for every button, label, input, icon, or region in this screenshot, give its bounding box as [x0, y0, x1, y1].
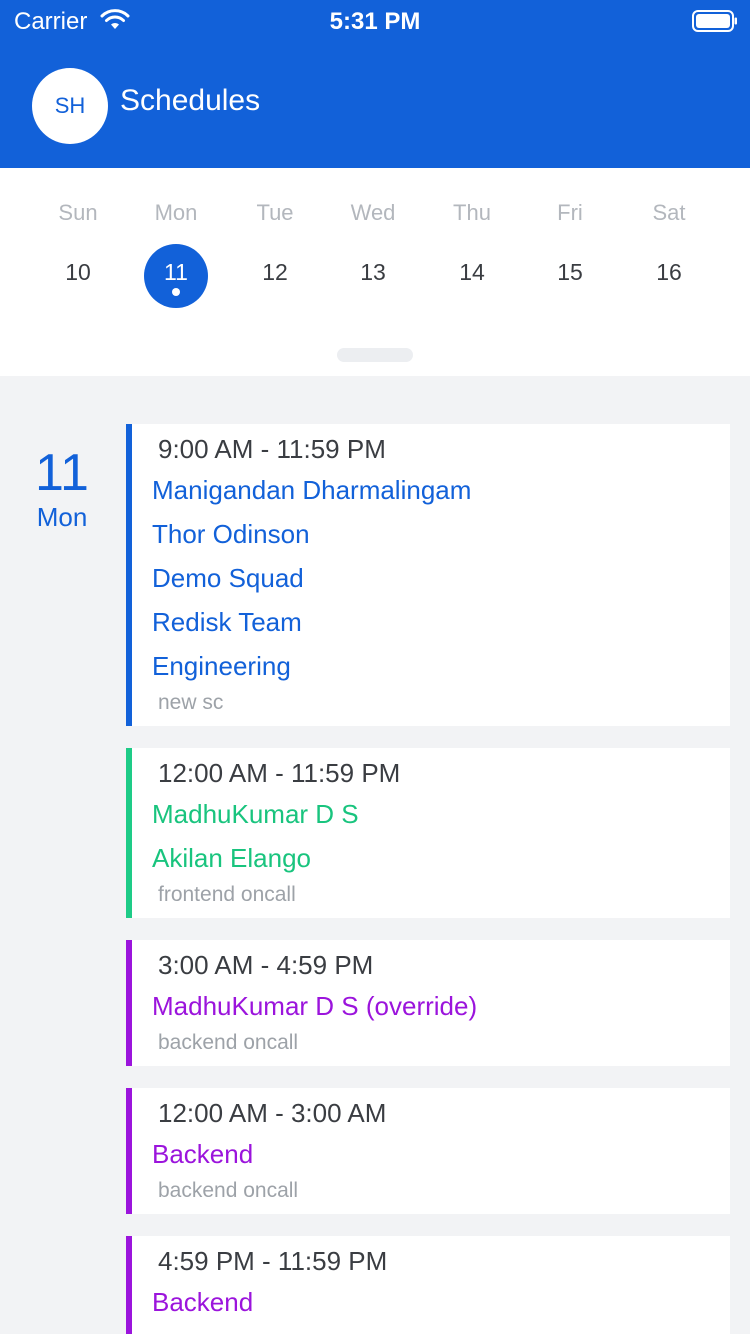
schedule-name: new sc — [158, 691, 224, 714]
day-name: Mon — [154, 200, 198, 225]
day-number-text: 16 — [656, 259, 682, 285]
day-number[interactable]: 15 — [538, 244, 602, 308]
day-number[interactable]: 10 — [46, 244, 110, 308]
battery-icon — [692, 10, 737, 32]
day-number-text: 12 — [262, 259, 288, 285]
shift-time: 9:00 AM - 11:59 PM — [158, 434, 386, 464]
status-time: 5:31 PM — [329, 8, 421, 35]
schedule-name: backend oncall — [158, 1179, 299, 1202]
day-fri[interactable]: Fri 15 — [520, 168, 620, 308]
week-strip: Sun 10 Mon 11 Tue 12 Wed 13 Thu 14 Fri 15 Sat 16 — [0, 168, 750, 376]
day-number-text: 11 — [164, 259, 188, 285]
day-tue[interactable]: Tue 12 — [225, 168, 325, 308]
day-number-text: 13 — [360, 259, 386, 285]
drag-handle[interactable] — [337, 348, 413, 362]
schedule-card[interactable]: 9:00 AM - 11:59 PM Manigandan Dharmalinga… — [126, 424, 730, 726]
oncall-person[interactable]: Engineering — [152, 644, 730, 688]
event-dot — [172, 288, 180, 296]
shift-time: 12:00 AM - 11:59 PM — [158, 758, 401, 788]
avatar[interactable]: SH — [32, 68, 108, 144]
day-wed[interactable]: Wed 13 — [323, 168, 423, 308]
day-number-text: 10 — [65, 259, 91, 285]
oncall-person[interactable]: Demo Squad — [152, 556, 730, 600]
day-name: Fri — [557, 200, 583, 225]
day-number-selected[interactable]: 11 — [144, 244, 208, 308]
shift-time: 12:00 AM - 3:00 AM — [158, 1098, 387, 1128]
oncall-person[interactable]: Backend — [152, 1132, 730, 1176]
schedule-card[interactable]: 12:00 AM - 3:00 AM Backend backend oncall — [126, 1088, 730, 1214]
day-number-text: 15 — [557, 259, 583, 285]
app-header: Carrier 5:31 PM SH Schedules — [0, 0, 750, 168]
day-name: Sun — [58, 200, 98, 225]
day-number[interactable]: 14 — [440, 244, 504, 308]
day-sun[interactable]: Sun 10 — [28, 168, 128, 308]
page-title: Schedules — [120, 84, 261, 117]
day-thu[interactable]: Thu 14 — [422, 168, 522, 308]
oncall-person[interactable]: Thor Odinson — [152, 512, 730, 556]
agenda-date: 11 Mon — [22, 444, 102, 532]
avatar-initials: SH — [54, 93, 86, 118]
shift-time: 4:59 PM - 11:59 PM — [158, 1246, 388, 1276]
oncall-person[interactable]: Redisk Team — [152, 600, 730, 644]
day-name: Sat — [652, 200, 686, 225]
day-number[interactable]: 12 — [243, 244, 307, 308]
schedule-card[interactable]: 12:00 AM - 11:59 PM MadhuKumar D S Akilan … — [126, 748, 730, 918]
oncall-person[interactable]: Manigandan Dharmalingam — [152, 468, 730, 512]
agenda-date-weekday: Mon — [36, 502, 88, 532]
oncall-person[interactable]: MadhuKumar D S — [152, 792, 730, 836]
day-sat[interactable]: Sat 16 — [619, 168, 719, 308]
schedule-card[interactable]: 3:00 AM - 4:59 PM MadhuKumar D S (overrid… — [126, 940, 730, 1066]
agenda-date-number: 11 — [35, 444, 89, 502]
schedule-name: frontend oncall — [158, 883, 296, 906]
status-bar: Carrier 5:31 PM — [0, 0, 750, 40]
day-name: Thu — [453, 200, 491, 225]
day-name: Tue — [256, 200, 294, 225]
schedule-card[interactable]: 4:59 PM - 11:59 PM Backend — [126, 1236, 730, 1334]
oncall-person[interactable]: Backend — [152, 1280, 730, 1324]
oncall-person[interactable]: Akilan Elango — [152, 836, 730, 880]
shift-time: 3:00 AM - 4:59 PM — [158, 950, 374, 980]
oncall-person[interactable]: MadhuKumar D S (override) — [152, 984, 730, 1028]
day-number[interactable]: 13 — [341, 244, 405, 308]
day-name: Wed — [350, 200, 396, 225]
schedule-name: backend oncall — [158, 1031, 299, 1054]
day-number[interactable]: 16 — [637, 244, 701, 308]
day-mon[interactable]: Mon 11 — [126, 168, 226, 308]
day-number-text: 14 — [459, 259, 485, 285]
